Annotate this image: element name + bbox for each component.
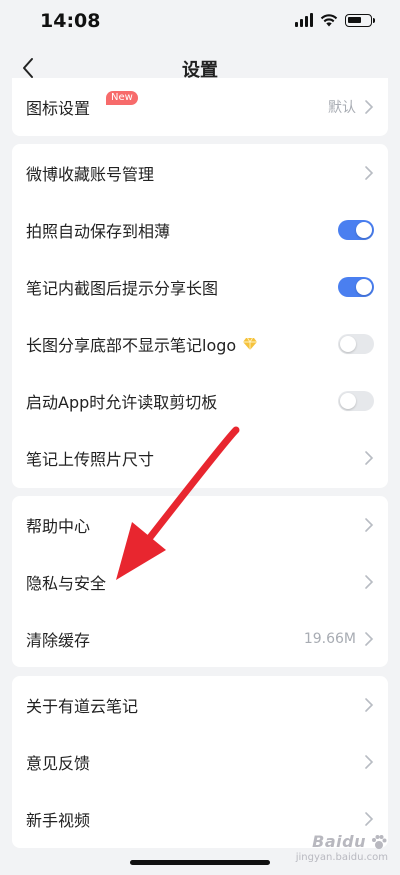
row-privacy-security[interactable]: 隐私与安全 [12, 553, 388, 610]
row-label: 笔记内截图后提示分享长图 [26, 278, 219, 298]
wifi-icon [320, 14, 338, 27]
toggle-share-long-image[interactable] [338, 276, 374, 297]
row-label: 笔记上传照片尺寸 [26, 449, 155, 469]
diamond-icon [243, 337, 258, 350]
settings-screen: 14:08 设置 图标设置 New 默认 微博收藏账号管理 拍照自动保存到相薄 … [0, 0, 400, 875]
chevron-right-icon [365, 517, 374, 532]
new-badge: New [106, 91, 138, 105]
row-label: 关于有道云笔记 [26, 696, 139, 716]
paw-icon [372, 834, 387, 849]
card-preferences: 微博收藏账号管理 拍照自动保存到相薄 笔记内截图后提示分享长图 长图分享底部不显… [12, 144, 388, 488]
card-about: 关于有道云笔记 意见反馈 新手视频 [12, 676, 388, 848]
chevron-right-icon [365, 631, 374, 646]
status-bar: 14:08 [0, 0, 400, 44]
watermark: Baidu jingyan.baidu.com [296, 832, 388, 863]
row-label: 拍照自动保存到相薄 [26, 221, 171, 241]
row-label: 帮助中心 [26, 516, 91, 536]
row-label: 长图分享底部不显示笔记logo [26, 335, 237, 355]
row-about[interactable]: 关于有道云笔记 [12, 676, 388, 733]
row-label: 隐私与安全 [26, 573, 107, 593]
row-icon-settings[interactable]: 图标设置 New 默认 [12, 78, 388, 136]
chevron-right-icon [365, 165, 374, 180]
watermark-url: jingyan.baidu.com [295, 852, 388, 863]
row-save-photos: 拍照自动保存到相薄 [12, 201, 388, 258]
chevron-right-icon [365, 574, 374, 589]
status-icons [295, 13, 375, 27]
row-label: 新手视频 [26, 810, 91, 830]
toggle-clipboard[interactable] [338, 390, 374, 411]
row-help-center[interactable]: 帮助中心 [12, 496, 388, 553]
chevron-right-icon [365, 811, 374, 826]
row-label: 启动App时允许读取剪切板 [26, 392, 218, 412]
chevron-right-icon [365, 697, 374, 712]
row-weibo-account[interactable]: 微博收藏账号管理 [12, 144, 388, 201]
row-label: 微博收藏账号管理 [26, 164, 155, 184]
row-photo-size[interactable]: 笔记上传照片尺寸 [12, 429, 388, 486]
row-share-long-image: 笔记内截图后提示分享长图 [12, 258, 388, 315]
toggle-save-photos[interactable] [338, 219, 374, 240]
row-label: 图标设置 [26, 99, 91, 118]
battery-icon [345, 13, 375, 27]
status-time: 14:08 [40, 10, 101, 32]
watermark-logo: Baidu [312, 832, 366, 851]
toggle-hide-logo[interactable] [338, 333, 374, 354]
row-label: 意见反馈 [26, 753, 91, 773]
chevron-right-icon [365, 450, 374, 465]
chevron-right-icon [365, 100, 374, 114]
cache-size: 19.66M [303, 630, 356, 647]
row-clear-cache[interactable]: 清除缓存 19.66M [12, 610, 388, 667]
row-value: 默认 [328, 100, 356, 116]
row-feedback[interactable]: 意见反馈 [12, 733, 388, 790]
row-hide-logo: 长图分享底部不显示笔记logo [12, 315, 388, 372]
row-label: 清除缓存 [26, 630, 91, 650]
row-clipboard: 启动App时允许读取剪切板 [12, 372, 388, 429]
signal-icon [295, 13, 313, 27]
card-help: 帮助中心 隐私与安全 清除缓存 19.66M [12, 496, 388, 667]
home-indicator [130, 860, 270, 865]
chevron-right-icon [365, 754, 374, 769]
card-icon-settings: 图标设置 New 默认 [12, 78, 388, 136]
